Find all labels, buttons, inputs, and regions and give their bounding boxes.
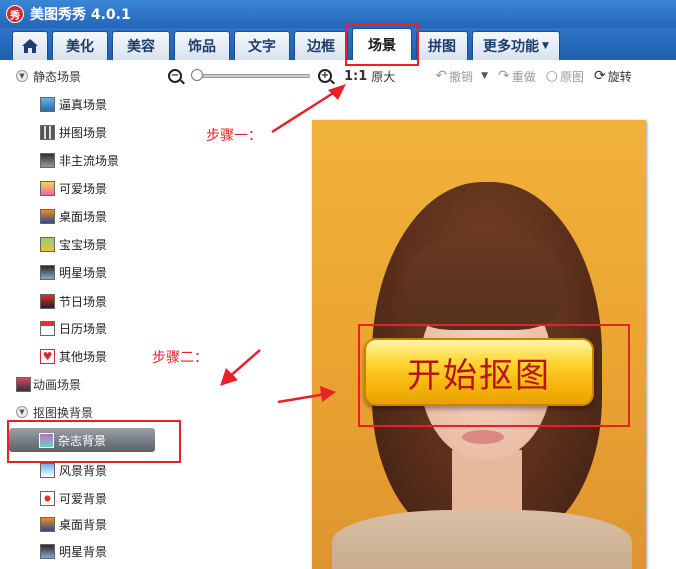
scene-thumb-icon — [40, 124, 55, 140]
group-label: 静态场景 — [33, 69, 82, 84]
group-animated-scene[interactable]: 动画场景 — [0, 374, 81, 394]
sidebar-item-alternative-scene[interactable]: 非主流场景 — [40, 149, 119, 171]
scene-thumb-icon — [40, 293, 55, 309]
original-image-button[interactable]: ○ 原图 — [546, 68, 584, 85]
tab-cosmetic[interactable]: 美容 — [112, 31, 170, 60]
annotation-step-two: 步骤二： — [152, 350, 208, 366]
undo-dropdown[interactable]: ▼ — [481, 71, 488, 81]
title-bar: 秀 美图秀秀 4.0.1 — [0, 0, 676, 28]
zoom-out-icon[interactable]: − — [168, 69, 182, 83]
sidebar-item-star-background[interactable]: 明星背景 — [40, 540, 107, 562]
animated-scene-icon — [16, 376, 31, 392]
tab-home[interactable] — [12, 31, 48, 60]
tab-collage[interactable]: 拼图 — [416, 31, 468, 60]
scene-thumb-icon — [40, 208, 55, 224]
sidebar-item-collage-scene[interactable]: 拼图场景 — [40, 121, 107, 143]
annotation-step-one: 步骤一： — [206, 128, 262, 144]
tab-text[interactable]: 文字 — [234, 31, 290, 60]
sidebar-item-star-scene[interactable]: 明星场景 — [40, 261, 107, 283]
sidebar-item-cute-background[interactable]: 可爱背景 — [40, 487, 107, 509]
zoom-in-icon[interactable]: + — [318, 69, 332, 83]
main-tab-bar: 美化 美容 饰品 文字 边框 场景 拼图 更多功能 ▼ — [0, 28, 676, 60]
zoom-reset-button[interactable]: 1:1 — [344, 69, 367, 84]
sidebar-item-desktop-background[interactable]: 桌面背景 — [40, 513, 107, 535]
sidebar-item-baby-scene[interactable]: 宝宝场景 — [40, 233, 107, 255]
collapse-icon[interactable]: ▼ — [16, 406, 28, 418]
scene-thumb-icon — [40, 236, 55, 252]
rotate-button[interactable]: ⟳ 旋转 — [594, 68, 632, 85]
home-icon — [21, 38, 39, 54]
scene-sidebar: ▼ 静态场景 逼真场景 拼图场景 非主流场景 可爱场景 桌面场景 宝宝场景 明星… — [0, 60, 168, 569]
sidebar-item-cute-scene[interactable]: 可爱场景 — [40, 177, 107, 199]
group-static-scene[interactable]: ▼ 静态场景 — [0, 66, 81, 86]
undo-button[interactable]: ↶ 撤销 — [435, 68, 473, 85]
app-logo: 秀 — [6, 5, 24, 23]
scene-thumb-icon — [40, 516, 55, 532]
collapse-icon[interactable]: ▼ — [16, 70, 28, 82]
sidebar-item-other-scene[interactable]: ♥ 其他场景 — [40, 345, 107, 367]
tab-decoration[interactable]: 饰品 — [174, 31, 230, 60]
scene-thumb-icon — [40, 490, 55, 506]
scene-thumb-icon — [40, 462, 55, 478]
scene-thumb-icon — [40, 543, 55, 559]
redo-button[interactable]: ↷ 重做 — [498, 68, 536, 85]
group-label: 动画场景 — [33, 377, 82, 392]
tab-more-features[interactable]: 更多功能 ▼ — [472, 31, 560, 60]
sidebar-item-realistic-scene[interactable]: 逼真场景 — [40, 93, 107, 115]
more-features-label: 更多功能 — [483, 39, 540, 55]
group-label: 抠图换背景 — [33, 405, 94, 420]
scene-thumb-icon — [40, 180, 55, 196]
scene-thumb-icon — [39, 432, 54, 448]
sidebar-item-calendar-scene[interactable]: 日历场景 — [40, 317, 107, 339]
tab-scene[interactable]: 场景 — [352, 28, 412, 60]
original-size-button[interactable]: 原大 — [371, 68, 395, 85]
start-cutout-button[interactable]: 开始抠图 — [364, 338, 594, 406]
redo-icon: ↷ — [497, 68, 510, 84]
zoom-slider[interactable] — [191, 69, 310, 81]
chevron-down-icon: ▼ — [542, 41, 549, 51]
undo-icon: ↶ — [435, 68, 448, 84]
heart-icon: ♥ — [40, 348, 55, 364]
scene-thumb-icon — [40, 96, 55, 112]
scene-thumb-icon — [40, 264, 55, 280]
sidebar-item-desktop-scene[interactable]: 桌面场景 — [40, 205, 107, 227]
scene-thumb-icon — [40, 320, 55, 336]
scene-thumb-icon — [40, 152, 55, 168]
app-title: 美图秀秀 4.0.1 — [30, 7, 131, 23]
group-cutout-background[interactable]: ▼ 抠图换背景 — [0, 402, 93, 422]
circle-icon: ○ — [545, 68, 558, 84]
chevron-down-icon: ▼ — [481, 71, 488, 81]
zoom-slider-handle[interactable] — [191, 69, 203, 81]
tab-beautify[interactable]: 美化 — [52, 31, 108, 60]
tab-frame[interactable]: 边框 — [294, 31, 348, 60]
sidebar-item-magazine-background[interactable]: 杂志背景 — [9, 428, 155, 452]
sidebar-item-landscape-background[interactable]: 风景背景 — [40, 459, 107, 481]
canvas-area — [168, 90, 676, 569]
sidebar-item-holiday-scene[interactable]: 节日场景 — [40, 290, 107, 312]
rotate-icon: ⟳ — [593, 68, 606, 84]
image-toolbar: − + 1:1 原大 ↶ 撤销 ▼ ↷ 重做 ○ 原图 ⟳ 旋转 — [168, 62, 676, 90]
